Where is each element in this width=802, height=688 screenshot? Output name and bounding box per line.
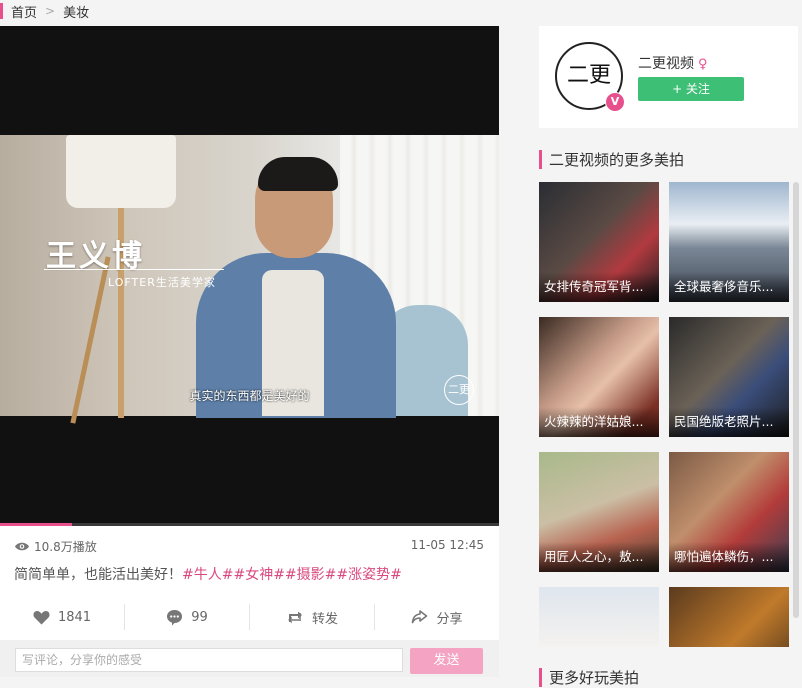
video-thumbnail-card[interactable] <box>539 587 659 647</box>
breadcrumb-home-link[interactable]: 首页 <box>11 2 37 21</box>
video-info-panel: 10.8万播放 11-05 12:45 简简单单，也能活出美好！#牛人##女神#… <box>0 526 499 677</box>
view-count: 10.8万播放 <box>14 538 97 555</box>
person-hair <box>258 157 338 191</box>
post-text: 简简单单，也能活出美好！ <box>14 567 182 583</box>
more-fun-heading-text: 更多好玩美拍 <box>549 669 640 687</box>
view-count-text: 10.8万播放 <box>34 540 97 554</box>
repost-button[interactable]: 转发 <box>250 604 375 630</box>
video-thumbnail-card[interactable]: 用匠人之心，敖... <box>539 452 659 572</box>
more-videos-grid: 女排传奇冠军背... 全球最奢侈音乐... 火辣辣的洋姑娘... 民国绝版老照片...… <box>539 182 794 647</box>
lamp-shade <box>66 135 176 208</box>
more-videos-heading: 二更视频的更多美拍 <box>539 149 684 170</box>
action-bar: 1841 99 转发 分享 <box>0 604 499 630</box>
video-watermark: 二更 <box>444 375 474 405</box>
post-tags[interactable]: #牛人##女神##摄影##涨姿势# <box>182 567 402 583</box>
verified-badge-icon: V <box>605 92 625 112</box>
comment-bar: 写评论，分享你的感受 发送 <box>0 640 499 677</box>
video-thumbnail-title: 民国绝版老照片... <box>669 407 789 437</box>
video-frame: 王义博 LOFTER生活美学家 真实的东西都是美好的 二更 <box>0 135 499 424</box>
video-thumbnail-title: 哪怕遍体鳞伤，... <box>669 542 789 572</box>
comment-input[interactable]: 写评论，分享你的感受 <box>15 648 403 672</box>
follow-button[interactable]: + 关注 <box>638 77 744 101</box>
chevron-right-icon: > <box>45 4 56 18</box>
share-icon <box>412 610 428 624</box>
send-button[interactable]: 发送 <box>410 648 483 674</box>
female-icon: ♀ <box>698 57 708 72</box>
video-thumbnail-title: 全球最奢侈音乐... <box>669 272 789 302</box>
video-thumbnail-card[interactable]: 火辣辣的洋姑娘... <box>539 317 659 437</box>
section-accent-bar <box>539 668 542 687</box>
video-thumbnail-title: 用匠人之心，敖... <box>539 542 659 572</box>
repost-icon <box>287 611 302 623</box>
more-fun-heading: 更多好玩美拍 <box>539 667 639 688</box>
comment-count: 99 <box>191 609 208 625</box>
eye-icon <box>15 542 29 551</box>
video-thumbnail-title: 火辣辣的洋姑娘... <box>539 407 659 437</box>
repost-label: 转发 <box>311 611 338 627</box>
sidebar-scrollbar[interactable] <box>793 182 799 618</box>
more-videos-heading-text: 二更视频的更多美拍 <box>549 151 685 169</box>
share-button[interactable]: 分享 <box>375 604 499 630</box>
author-name[interactable]: 二更视频 ♀ <box>638 53 708 73</box>
breadcrumb-accent-bar <box>0 3 3 19</box>
author-name-text: 二更视频 <box>638 56 694 72</box>
heart-icon <box>33 610 50 624</box>
video-player[interactable]: 王义博 LOFTER生活美学家 真实的东西都是美好的 二更 <box>0 26 499 524</box>
author-card: 二更 V 二更视频 ♀ + 关注 <box>539 26 798 128</box>
breadcrumb: 首页 > 美妆 <box>0 0 530 22</box>
video-overlay-role: LOFTER生活美学家 <box>108 276 216 289</box>
video-thumbnail-title: 女排传奇冠军背... <box>539 272 659 302</box>
video-thumbnail-card[interactable]: 全球最奢侈音乐... <box>669 182 789 302</box>
like-button[interactable]: 1841 <box>0 604 125 630</box>
post-description: 简简单单，也能活出美好！#牛人##女神##摄影##涨姿势# <box>14 564 402 584</box>
like-count: 1841 <box>57 609 92 625</box>
video-thumbnail-card[interactable]: 哪怕遍体鳞伤，... <box>669 452 789 572</box>
video-thumbnail-card[interactable]: 女排传奇冠军背... <box>539 182 659 302</box>
video-thumbnail-card[interactable] <box>669 587 789 647</box>
video-overlay-rule <box>44 269 224 270</box>
post-date: 11-05 12:45 <box>410 538 484 552</box>
breadcrumb-current[interactable]: 美妆 <box>63 2 89 21</box>
video-subtitle: 真实的东西都是美好的 <box>189 389 310 403</box>
section-accent-bar <box>539 150 542 169</box>
video-thumbnail-card[interactable]: 民国绝版老照片... <box>669 317 789 437</box>
comment-bubble-icon <box>167 609 183 625</box>
comment-button[interactable]: 99 <box>125 604 250 630</box>
share-label: 分享 <box>436 611 463 627</box>
